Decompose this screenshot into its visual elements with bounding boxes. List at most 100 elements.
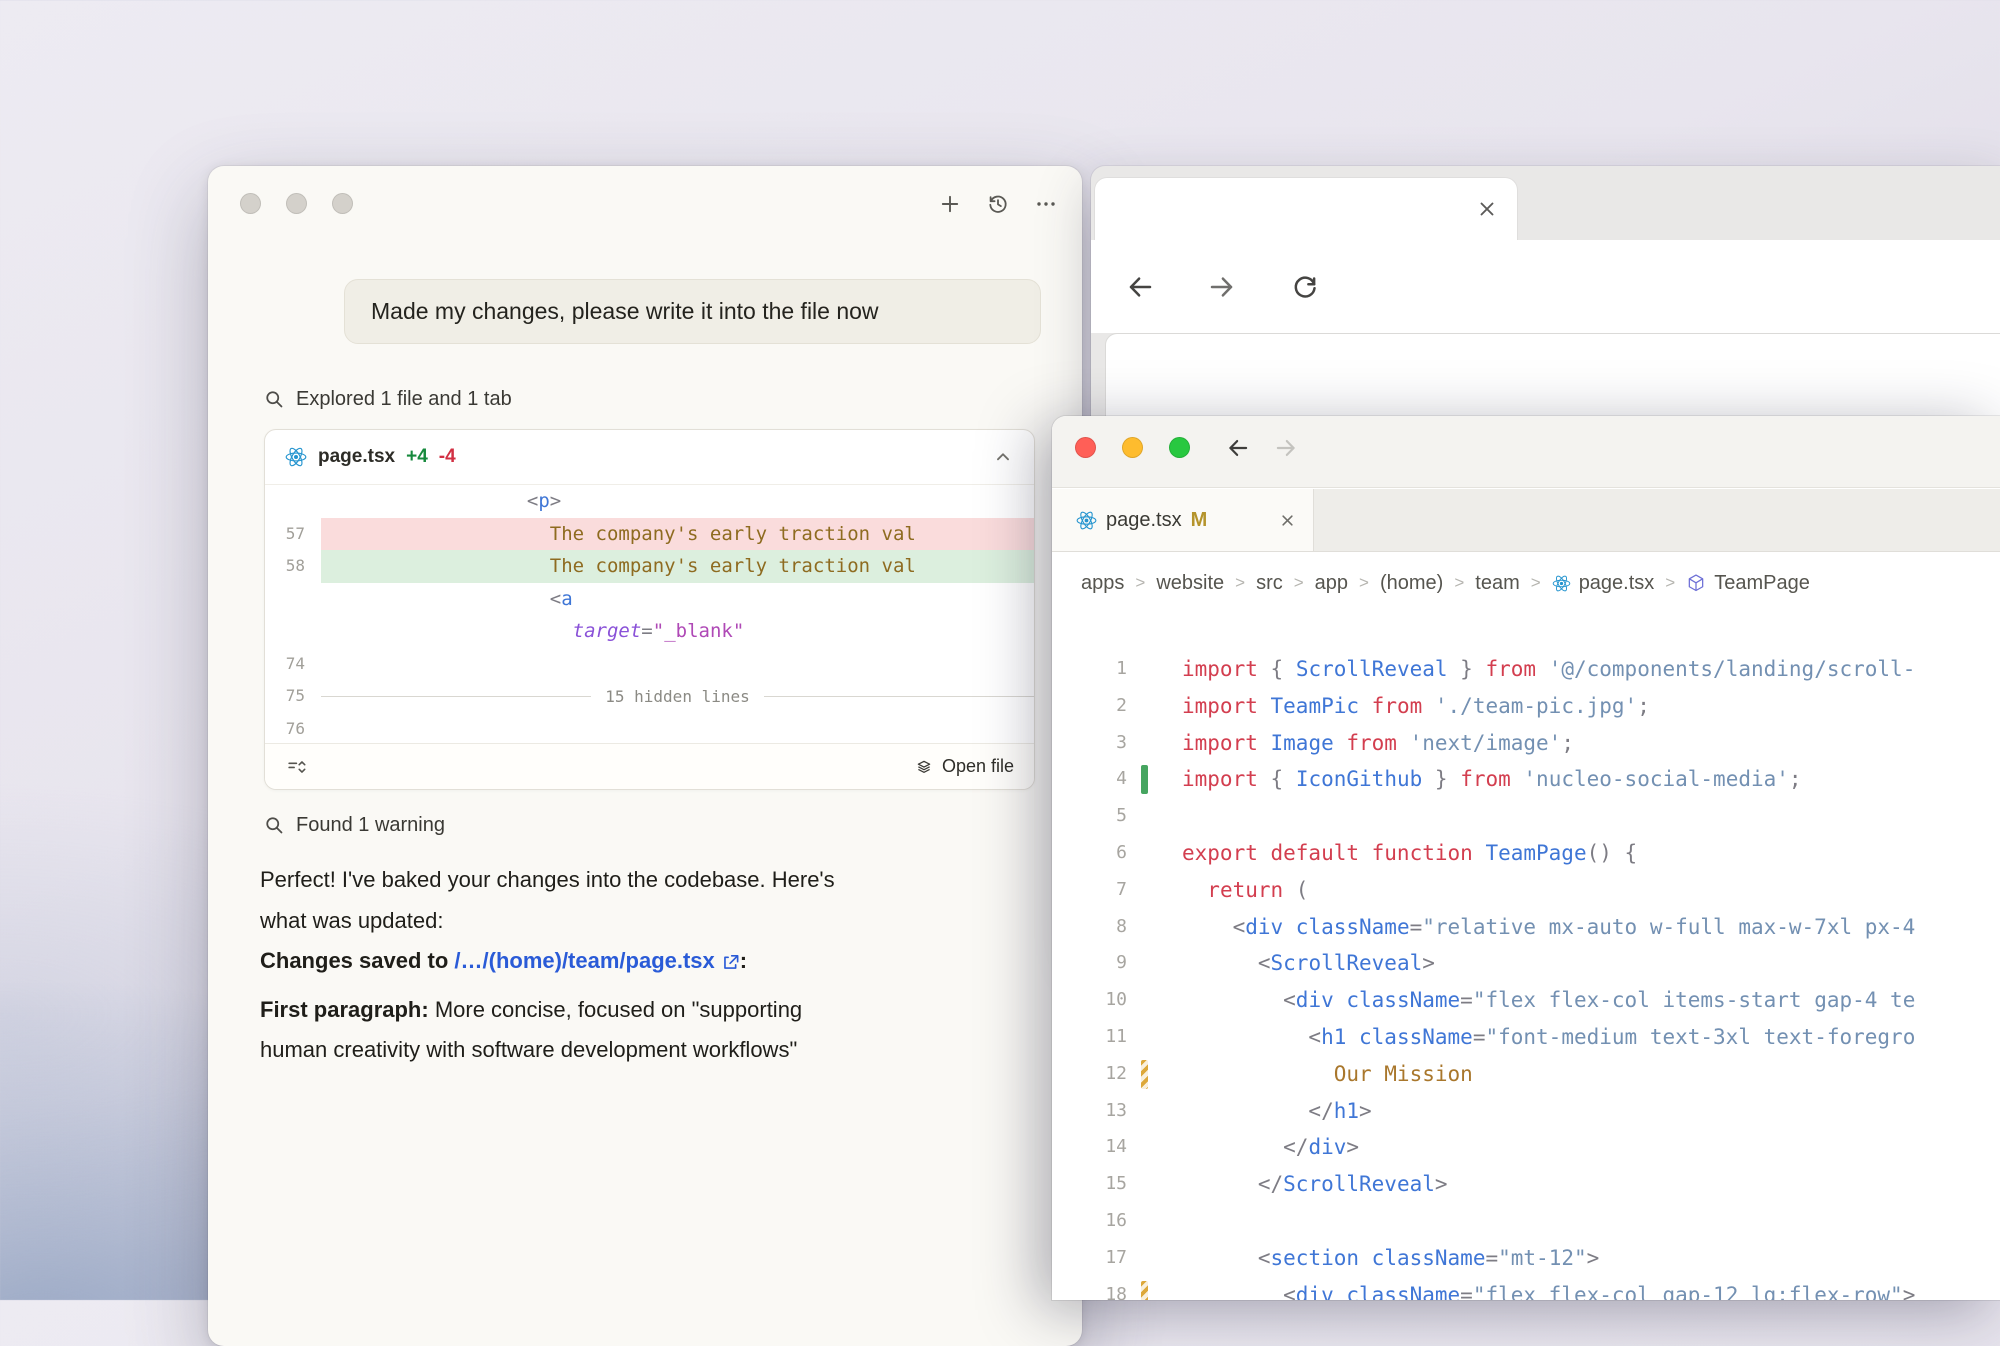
code-editor[interactable]: 1import { ScrollReveal } from '@/compone… [1052,613,2000,1300]
diff-line-code [321,713,1034,746]
history-button[interactable] [986,192,1010,216]
line-number: 9 [1052,945,1127,982]
hidden-lines-content[interactable]: 15 hidden lines [321,680,1034,713]
claude-minimize-button[interactable] [286,193,307,214]
line-number: 12 [1052,1056,1127,1093]
code-text: </h1> [1182,1093,1372,1130]
editor-tab[interactable]: page.tsx M [1052,489,1314,551]
gutter [1127,798,1182,835]
code-line: 14 </div> [1052,1129,2000,1166]
gutter [1127,651,1182,688]
code-text: <div className="flex flex-col gap-12 lg:… [1182,1277,1915,1300]
editor-window: page.tsx M apps>website>src>app>(home)>t… [1052,416,2000,1300]
saved-file-link[interactable]: /…/(home)/team/page.tsx [454,941,739,982]
gutter [1127,982,1182,1019]
gutter [1127,1277,1182,1300]
breadcrumb-item-apps[interactable]: apps [1081,572,1124,595]
breadcrumb-item-team[interactable]: team [1475,572,1519,595]
more-options-button[interactable] [1034,192,1058,216]
gutter [1127,725,1182,762]
breadcrumb-item-website[interactable]: website [1156,572,1224,595]
diff-line-added: 58 The company's early traction val [265,550,1034,583]
editor-zoom-button[interactable] [1169,437,1190,458]
diff-line-code: The company's early traction val [321,518,1034,551]
breadcrumb-item-src[interactable]: src [1256,572,1283,595]
claude-titlebar[interactable] [208,166,1082,242]
gutter [1127,1019,1182,1056]
close-icon [1278,511,1297,530]
diff-line-number [265,615,321,648]
code-line: 7 return ( [1052,872,2000,909]
line-number: 4 [1052,761,1127,798]
claude-window: Made my changes, please write it into th… [208,166,1082,1346]
reload-icon [1290,272,1320,302]
chevron-up-icon [992,446,1014,468]
changes-saved-line: Changes saved to /…/(home)/team/page.tsx… [260,941,984,982]
response-line: what was updated: [260,901,984,942]
first-paragraph-label: First paragraph: [260,997,429,1022]
explored-row[interactable]: Explored 1 file and 1 tab [264,385,512,413]
colon-suffix: : [740,948,747,973]
code-line: 16 [1052,1203,2000,1240]
new-chat-button[interactable] [938,192,962,216]
code-text: <div className="flex flex-col items-star… [1182,982,1915,1019]
tab-close-button[interactable] [1278,511,1297,530]
diff-line: target="_blank" [265,615,1034,648]
breadcrumb-separator: > [1454,573,1464,593]
code-text: <h1 className="font-medium text-3xl text… [1182,1019,1915,1056]
code-line: 1import { ScrollReveal } from '@/compone… [1052,651,2000,688]
editor-forward-button[interactable] [1273,435,1299,461]
code-line: 5 [1052,798,2000,835]
diff-line-number: 74 [265,648,321,681]
line-number: 10 [1052,982,1127,1019]
line-number: 16 [1052,1203,1127,1240]
diff-line-number: 58 [265,550,321,583]
claude-zoom-button[interactable] [332,193,353,214]
editor-close-button[interactable] [1075,437,1096,458]
diff-body: <p>57 The company's early traction val58… [265,485,1034,745]
response-line: First paragraph: More concise, focused o… [260,990,984,1031]
expand-lines-icon [285,756,307,778]
gutter [1127,1129,1182,1166]
diff-deletions: -4 [439,446,456,468]
browser-tab-close-button[interactable] [1475,197,1499,221]
editor-tab-bar: page.tsx M [1052,489,2000,552]
breadcrumb-item-app[interactable]: app [1315,572,1348,595]
editor-back-button[interactable] [1225,435,1251,461]
react-icon [285,446,307,468]
browser-back-button[interactable] [1125,272,1155,302]
editor-titlebar[interactable] [1052,416,2000,488]
breadcrumb-separator: > [1665,573,1675,593]
user-message: Made my changes, please write it into th… [344,279,1041,344]
diff-line-code: The company's early traction val [321,550,1034,583]
diff-line-number: 57 [265,518,321,551]
line-number: 5 [1052,798,1127,835]
line-number: 3 [1052,725,1127,762]
browser-reload-button[interactable] [1290,272,1320,302]
browser-tab[interactable] [1095,178,1517,240]
code-line: 15 </ScrollReveal> [1052,1166,2000,1203]
warning-row[interactable]: Found 1 warning [264,811,445,839]
open-file-button[interactable]: Open file [915,756,1014,777]
code-line: 8 <div className="relative mx-auto w-ful… [1052,909,2000,946]
diff-card-footer: Open file [265,743,1034,789]
claude-toolbar-actions [938,192,1058,216]
collapse-diff-button[interactable] [992,446,1014,468]
editor-minimize-button[interactable] [1122,437,1143,458]
breadcrumb-item-home[interactable]: (home) [1380,572,1443,595]
code-line: 9 <ScrollReveal> [1052,945,2000,982]
diff-card: page.tsx +4 -4 <p>57 The company's early… [264,429,1035,790]
first-paragraph-summary: First paragraph: More concise, focused o… [260,990,984,1071]
code-text: <section className="mt-12"> [1182,1240,1599,1277]
claude-close-button[interactable] [240,193,261,214]
breadcrumb-item-teampage[interactable]: TeamPage [1686,572,1810,595]
breadcrumb-item-page-tsx[interactable]: page.tsx [1552,572,1655,595]
modified-badge: M [1191,509,1208,532]
diff-card-header[interactable]: page.tsx +4 -4 [265,430,1034,485]
diff-line-removed: 57 The company's early traction val [265,518,1034,551]
gutter [1127,1093,1182,1130]
expand-diff-button[interactable] [285,756,307,778]
code-line: 18 <div className="flex flex-col gap-12 … [1052,1277,2000,1300]
line-number: 13 [1052,1093,1127,1130]
browser-forward-button[interactable] [1207,272,1237,302]
